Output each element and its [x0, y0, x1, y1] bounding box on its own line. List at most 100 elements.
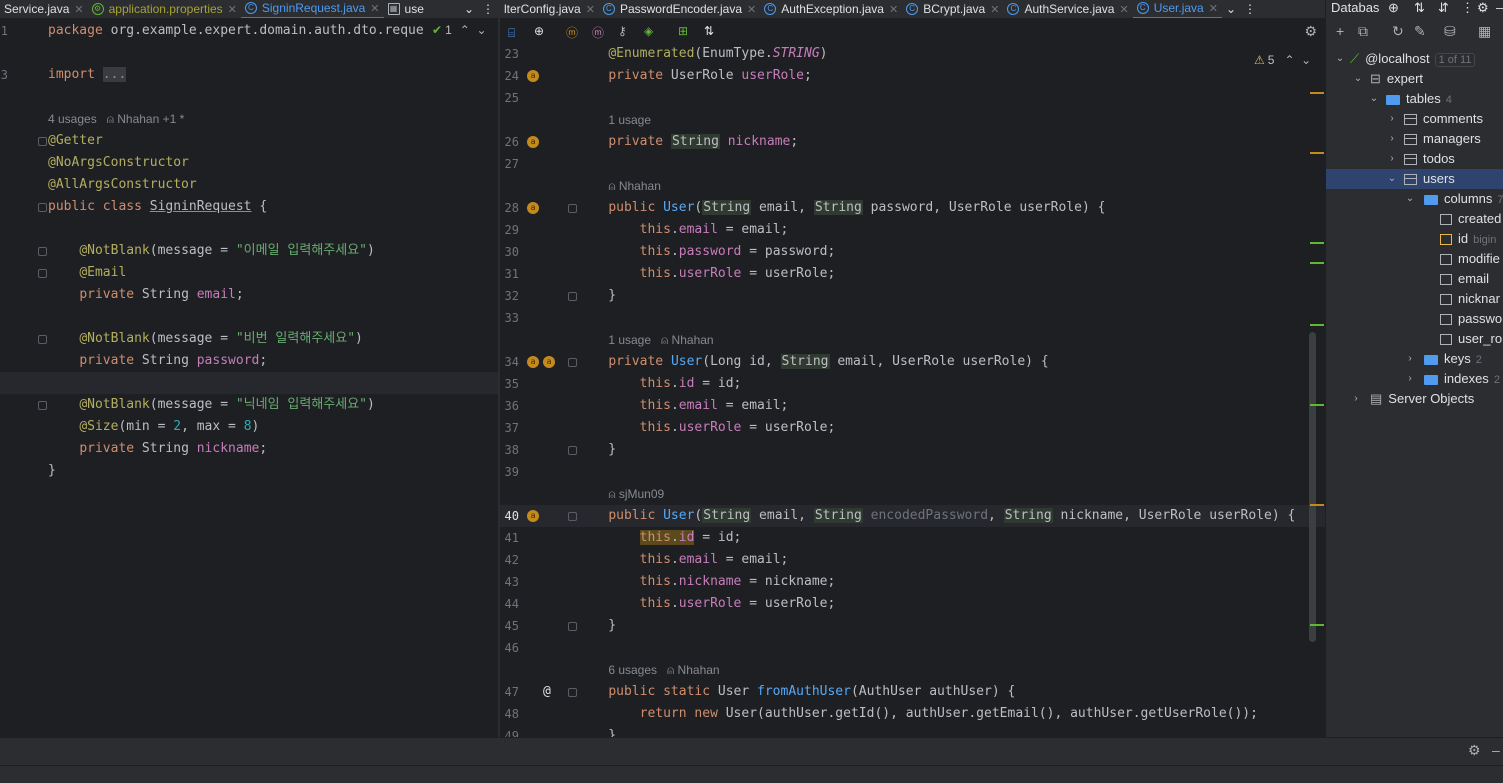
chevron-right-icon[interactable]: ›	[1386, 129, 1398, 149]
code-line[interactable]: 27	[500, 153, 1325, 175]
close-icon[interactable]: ✕	[586, 3, 595, 16]
code-line[interactable]: 45 }	[500, 615, 1325, 637]
close-icon[interactable]: ✕	[889, 3, 898, 16]
tab-user[interactable]: C User.java ✕	[1132, 0, 1222, 18]
tree-schema[interactable]: ⌄ ⊟ expert	[1326, 69, 1503, 89]
chevron-down-icon[interactable]: ⌄	[1386, 169, 1398, 189]
code-line[interactable]: 36 this.email = email;	[500, 395, 1325, 417]
bean-usage-icon[interactable]: a	[527, 136, 539, 148]
settings-gear-icon[interactable]: ⚙	[1304, 23, 1317, 40]
tab-signin-request[interactable]: C SigninRequest.java ✕	[240, 0, 384, 18]
minimize-icon[interactable]: –	[1496, 0, 1503, 15]
code-line[interactable]: 49 }	[500, 725, 1325, 737]
code-line[interactable]: 44 this.userRole = userRole;	[500, 593, 1325, 615]
code-line[interactable]: @Size(min = 2, max = 8)	[0, 416, 498, 438]
disconnect-icon[interactable]: ⛁	[1444, 23, 1456, 40]
tab-overflow-button[interactable]: ⌄	[1222, 0, 1240, 18]
fold-marker[interactable]	[568, 446, 577, 455]
bean-usage-icon[interactable]: a	[527, 70, 539, 82]
code-line[interactable]: @NotBlank(message = "이메일 입력해주세요")	[0, 240, 498, 262]
code-line[interactable]: 6 usages ⍝ Nhahan	[500, 659, 1325, 681]
ddl-icon[interactable]: ⌸	[508, 26, 515, 41]
tab-auth-exception[interactable]: C AuthException.java ✕	[760, 0, 902, 18]
code-line[interactable]: 40 public User(String email, String enco…	[500, 505, 1325, 527]
code-line[interactable]: private String email;	[0, 284, 498, 306]
bean-usage-icon[interactable]: a	[527, 510, 539, 522]
code-line[interactable]: 37 this.userRole = userRole;	[500, 417, 1325, 439]
code-line[interactable]: 26 private String nickname; a	[500, 131, 1325, 153]
fold-marker[interactable]	[38, 137, 47, 146]
fold-marker[interactable]	[38, 335, 47, 344]
tab-application-properties[interactable]: ⚙ application.properties ✕	[88, 0, 241, 18]
code-line[interactable]: private String password;	[0, 350, 498, 372]
tab-users-table[interactable]: ▦ use	[384, 0, 428, 18]
tree-columns[interactable]: ⌄ columns 7	[1326, 189, 1503, 209]
tab-service[interactable]: Service.java ✕	[0, 0, 88, 18]
tree-keys[interactable]: › keys 2	[1326, 349, 1503, 369]
add-icon[interactable]: +	[1336, 23, 1344, 39]
more-icon[interactable]: ⋮	[1240, 0, 1260, 18]
close-icon[interactable]: ✕	[228, 3, 237, 16]
code-line[interactable]	[0, 482, 498, 504]
code-line[interactable]: 1 usage	[500, 109, 1325, 131]
more-icon[interactable]: ⋮	[478, 0, 498, 18]
fold-marker[interactable]	[38, 247, 47, 256]
properties-icon[interactable]: ✎	[1414, 23, 1426, 40]
code-line[interactable]: }	[0, 460, 498, 482]
code-line[interactable]: 31 this.userRole = userRole;	[500, 263, 1325, 285]
bean-usage-icon[interactable]: a	[527, 202, 539, 214]
close-icon[interactable]: ✕	[370, 2, 379, 15]
code-line[interactable]: 48 return new User(authUser.getId(), aut…	[500, 703, 1325, 725]
code-line[interactable]: 47 public static User fromAuthUser(AuthU…	[500, 681, 1325, 703]
tree-column-modifie[interactable]: modifie	[1326, 249, 1503, 269]
method-pink-icon[interactable]: ⓜ	[592, 24, 604, 41]
override-icon[interactable]: @	[543, 681, 551, 703]
code-line[interactable]: @NotBlank(message = "닉네임 입력해주세요")	[0, 394, 498, 416]
code-line[interactable]: 28 public User(String email, String pass…	[500, 197, 1325, 219]
code-line[interactable]	[0, 372, 498, 394]
right-editor[interactable]: 23 @Enumerated(EnumType.STRING) 24 privat…	[500, 42, 1325, 737]
code-line[interactable]: 39	[500, 461, 1325, 483]
fold-marker[interactable]	[38, 401, 47, 410]
code-line[interactable]: 32 }	[500, 285, 1325, 307]
copy-icon[interactable]: ⧉	[1358, 23, 1368, 40]
code-line[interactable]	[0, 306, 498, 328]
sort-icon[interactable]: ⇅	[704, 24, 714, 38]
fold-marker[interactable]	[568, 622, 577, 631]
expand-all-icon[interactable]: ⇵	[1438, 0, 1449, 15]
tree-table-todos[interactable]: › todos	[1326, 149, 1503, 169]
code-line[interactable]: 46	[500, 637, 1325, 659]
code-line[interactable]: 1 package org.example.expert.domain.auth.…	[0, 20, 498, 42]
code-line[interactable]: 42 this.email = email;	[500, 549, 1325, 571]
code-line[interactable]: @NoArgsConstructor	[0, 152, 498, 174]
inspection-widget[interactable]: ✔ 1 ⌃ ⌄	[432, 23, 487, 37]
minimize-icon[interactable]: –	[1492, 742, 1500, 758]
tree-table-comments[interactable]: › comments	[1326, 109, 1503, 129]
code-line[interactable]: @AllArgsConstructor	[0, 174, 498, 196]
tree-column-user_ro[interactable]: user_ro	[1326, 329, 1503, 349]
fold-marker[interactable]	[38, 203, 47, 212]
vertical-scrollbar[interactable]	[1309, 332, 1316, 642]
bean-usage-icon[interactable]: a	[543, 356, 555, 368]
tab-auth-service[interactable]: C AuthService.java ✕	[1003, 0, 1132, 18]
tree-host[interactable]: ⌄ ⟋ @localhost 1 of 11	[1326, 49, 1503, 69]
code-line[interactable]: @Email	[0, 262, 498, 284]
tree-tables[interactable]: ⌄ tables 4	[1326, 89, 1503, 109]
refresh-icon[interactable]: ↻	[1392, 23, 1404, 40]
code-line[interactable]: @Getter	[0, 130, 498, 152]
code-line[interactable]: 38 }	[500, 439, 1325, 461]
code-line[interactable]: 29 this.email = email;	[500, 219, 1325, 241]
settings-gear-icon[interactable]: ⚙	[1468, 742, 1481, 759]
key-icon[interactable]: ⚷	[618, 24, 627, 38]
tree-table-managers[interactable]: › managers	[1326, 129, 1503, 149]
code-line[interactable]: 34 private User(Long id, String email, U…	[500, 351, 1325, 373]
code-line[interactable]: 41 this.id = id;	[500, 527, 1325, 549]
tab-filter-config[interactable]: lterConfig.java ✕	[500, 0, 599, 18]
tree-column-email[interactable]: email	[1326, 269, 1503, 289]
fold-marker[interactable]	[38, 269, 47, 278]
collapse-all-icon[interactable]: ⇅	[1414, 0, 1425, 15]
fold-marker[interactable]	[568, 358, 577, 367]
fold-marker[interactable]	[568, 512, 577, 521]
fold-marker[interactable]	[568, 688, 577, 697]
tab-overflow-button[interactable]: ⌄	[460, 0, 478, 18]
